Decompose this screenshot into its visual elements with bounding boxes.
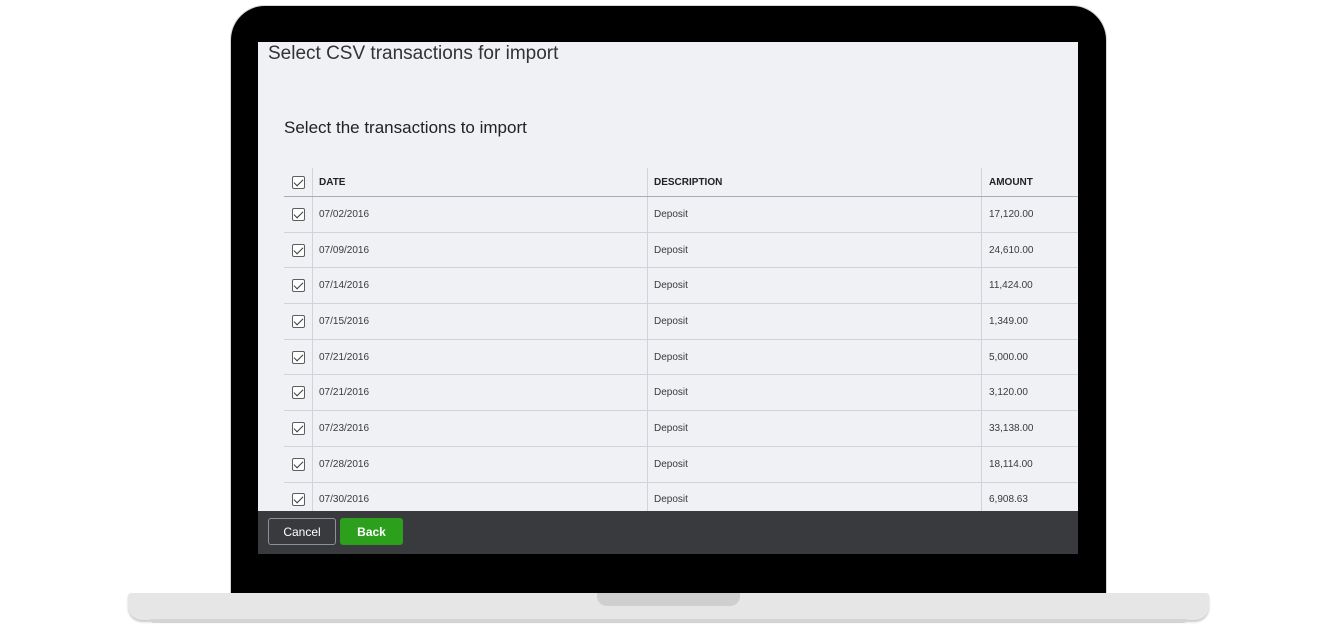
row-check-cell	[284, 411, 313, 446]
row-checkbox[interactable]	[291, 493, 305, 507]
row-amount: 6,908.63	[989, 494, 1028, 506]
table-row[interactable]: 07/28/2016 Deposit 18,114.00	[284, 446, 1078, 483]
column-divider	[981, 375, 982, 411]
column-divider	[981, 168, 982, 196]
section-heading: Select the transactions to import	[284, 118, 527, 137]
row-checkbox[interactable]	[291, 350, 305, 364]
row-date: 07/23/2016	[319, 422, 370, 434]
row-check-cell	[284, 446, 313, 482]
row-check-cell	[284, 197, 313, 232]
row-date: 07/09/2016	[319, 244, 370, 256]
row-date: 07/02/2016	[319, 208, 370, 220]
row-amount: 1,349.00	[989, 315, 1028, 327]
row-amount: 33,138.00	[989, 422, 1034, 434]
row-date: 07/21/2016	[319, 351, 370, 363]
table-row[interactable]: 07/21/2016 Deposit 3,120.00	[284, 375, 1078, 412]
row-date: 07/30/2016	[319, 494, 370, 506]
column-divider	[981, 304, 982, 339]
row-checkbox[interactable]	[291, 243, 305, 257]
transactions-table: DATE DESCRIPTION AMOUNT 07/02/2016 Deposi…	[284, 168, 1078, 511]
column-divider	[647, 446, 648, 482]
row-check-cell	[284, 375, 313, 411]
column-divider	[647, 268, 648, 304]
column-divider	[647, 304, 648, 339]
column-divider	[981, 339, 982, 375]
row-description: Deposit	[654, 244, 688, 256]
laptop-notch	[597, 593, 740, 606]
column-header-description[interactable]: DESCRIPTION	[654, 168, 722, 196]
app-screen: Select CSV transactions for import Selec…	[258, 42, 1078, 554]
row-check-cell	[284, 482, 313, 511]
row-date: 07/21/2016	[319, 387, 370, 399]
column-divider	[647, 411, 648, 446]
table-body: 07/02/2016 Deposit 17,120.00 07/09/2016 Depo…	[284, 197, 1078, 511]
row-description: Deposit	[654, 280, 688, 292]
select-all-cell	[284, 168, 313, 196]
column-divider	[647, 339, 648, 375]
row-amount: 24,610.00	[989, 244, 1034, 256]
row-description: Deposit	[654, 315, 688, 327]
table-row[interactable]: 07/15/2016 Deposit 1,349.00	[284, 304, 1078, 340]
column-divider	[647, 375, 648, 411]
row-checkbox[interactable]	[291, 386, 305, 400]
column-header-date[interactable]: DATE	[319, 168, 345, 196]
table-row[interactable]: 07/09/2016 Deposit 24,610.00	[284, 232, 1078, 269]
column-divider	[981, 446, 982, 482]
table-row[interactable]: 07/02/2016 Deposit 17,120.00	[284, 197, 1078, 233]
column-divider	[981, 197, 982, 232]
row-description: Deposit	[654, 422, 688, 434]
cancel-button[interactable]: Cancel	[268, 518, 336, 545]
column-divider	[647, 168, 648, 196]
row-check-cell	[284, 304, 313, 339]
row-description: Deposit	[654, 494, 688, 506]
row-checkbox[interactable]	[291, 207, 305, 221]
laptop-base-shadow	[150, 619, 1187, 623]
select-all-checkbox[interactable]	[291, 175, 305, 189]
row-date: 07/15/2016	[319, 315, 370, 327]
table-row[interactable]: 07/30/2016 Deposit 6,908.63	[284, 482, 1078, 511]
window-title: Select CSV transactions for import	[268, 43, 559, 64]
table-row[interactable]: 07/14/2016 Deposit 11,424.00	[284, 268, 1078, 305]
column-divider	[981, 411, 982, 446]
row-date: 07/28/2016	[319, 458, 370, 470]
row-description: Deposit	[654, 208, 688, 220]
row-amount: 18,114.00	[989, 458, 1033, 470]
row-description: Deposit	[654, 458, 688, 470]
row-date: 07/14/2016	[319, 280, 370, 292]
footer-bar: Cancel Back	[258, 511, 1078, 554]
table-row[interactable]: 07/23/2016 Deposit 33,138.00	[284, 411, 1078, 447]
row-description: Deposit	[654, 387, 688, 399]
row-checkbox[interactable]	[291, 457, 305, 471]
row-check-cell	[284, 339, 313, 375]
back-button[interactable]: Back	[340, 518, 403, 545]
table-row[interactable]: 07/21/2016 Deposit 5,000.00	[284, 339, 1078, 376]
row-check-cell	[284, 268, 313, 304]
row-check-cell	[284, 232, 313, 268]
row-checkbox[interactable]	[291, 314, 305, 328]
row-amount: 11,424.00	[989, 280, 1033, 292]
table-header-row: DATE DESCRIPTION AMOUNT	[284, 168, 1078, 197]
column-divider	[981, 482, 982, 511]
row-amount: 3,120.00	[989, 387, 1028, 399]
column-divider	[647, 197, 648, 232]
column-header-amount[interactable]: AMOUNT	[989, 168, 1033, 196]
column-divider	[647, 232, 648, 268]
row-amount: 17,120.00	[989, 208, 1034, 220]
row-checkbox[interactable]	[291, 421, 305, 435]
row-checkbox[interactable]	[291, 279, 305, 293]
column-divider	[981, 232, 982, 268]
row-description: Deposit	[654, 351, 688, 363]
row-amount: 5,000.00	[989, 351, 1028, 363]
column-divider	[981, 268, 982, 304]
column-divider	[647, 482, 648, 511]
